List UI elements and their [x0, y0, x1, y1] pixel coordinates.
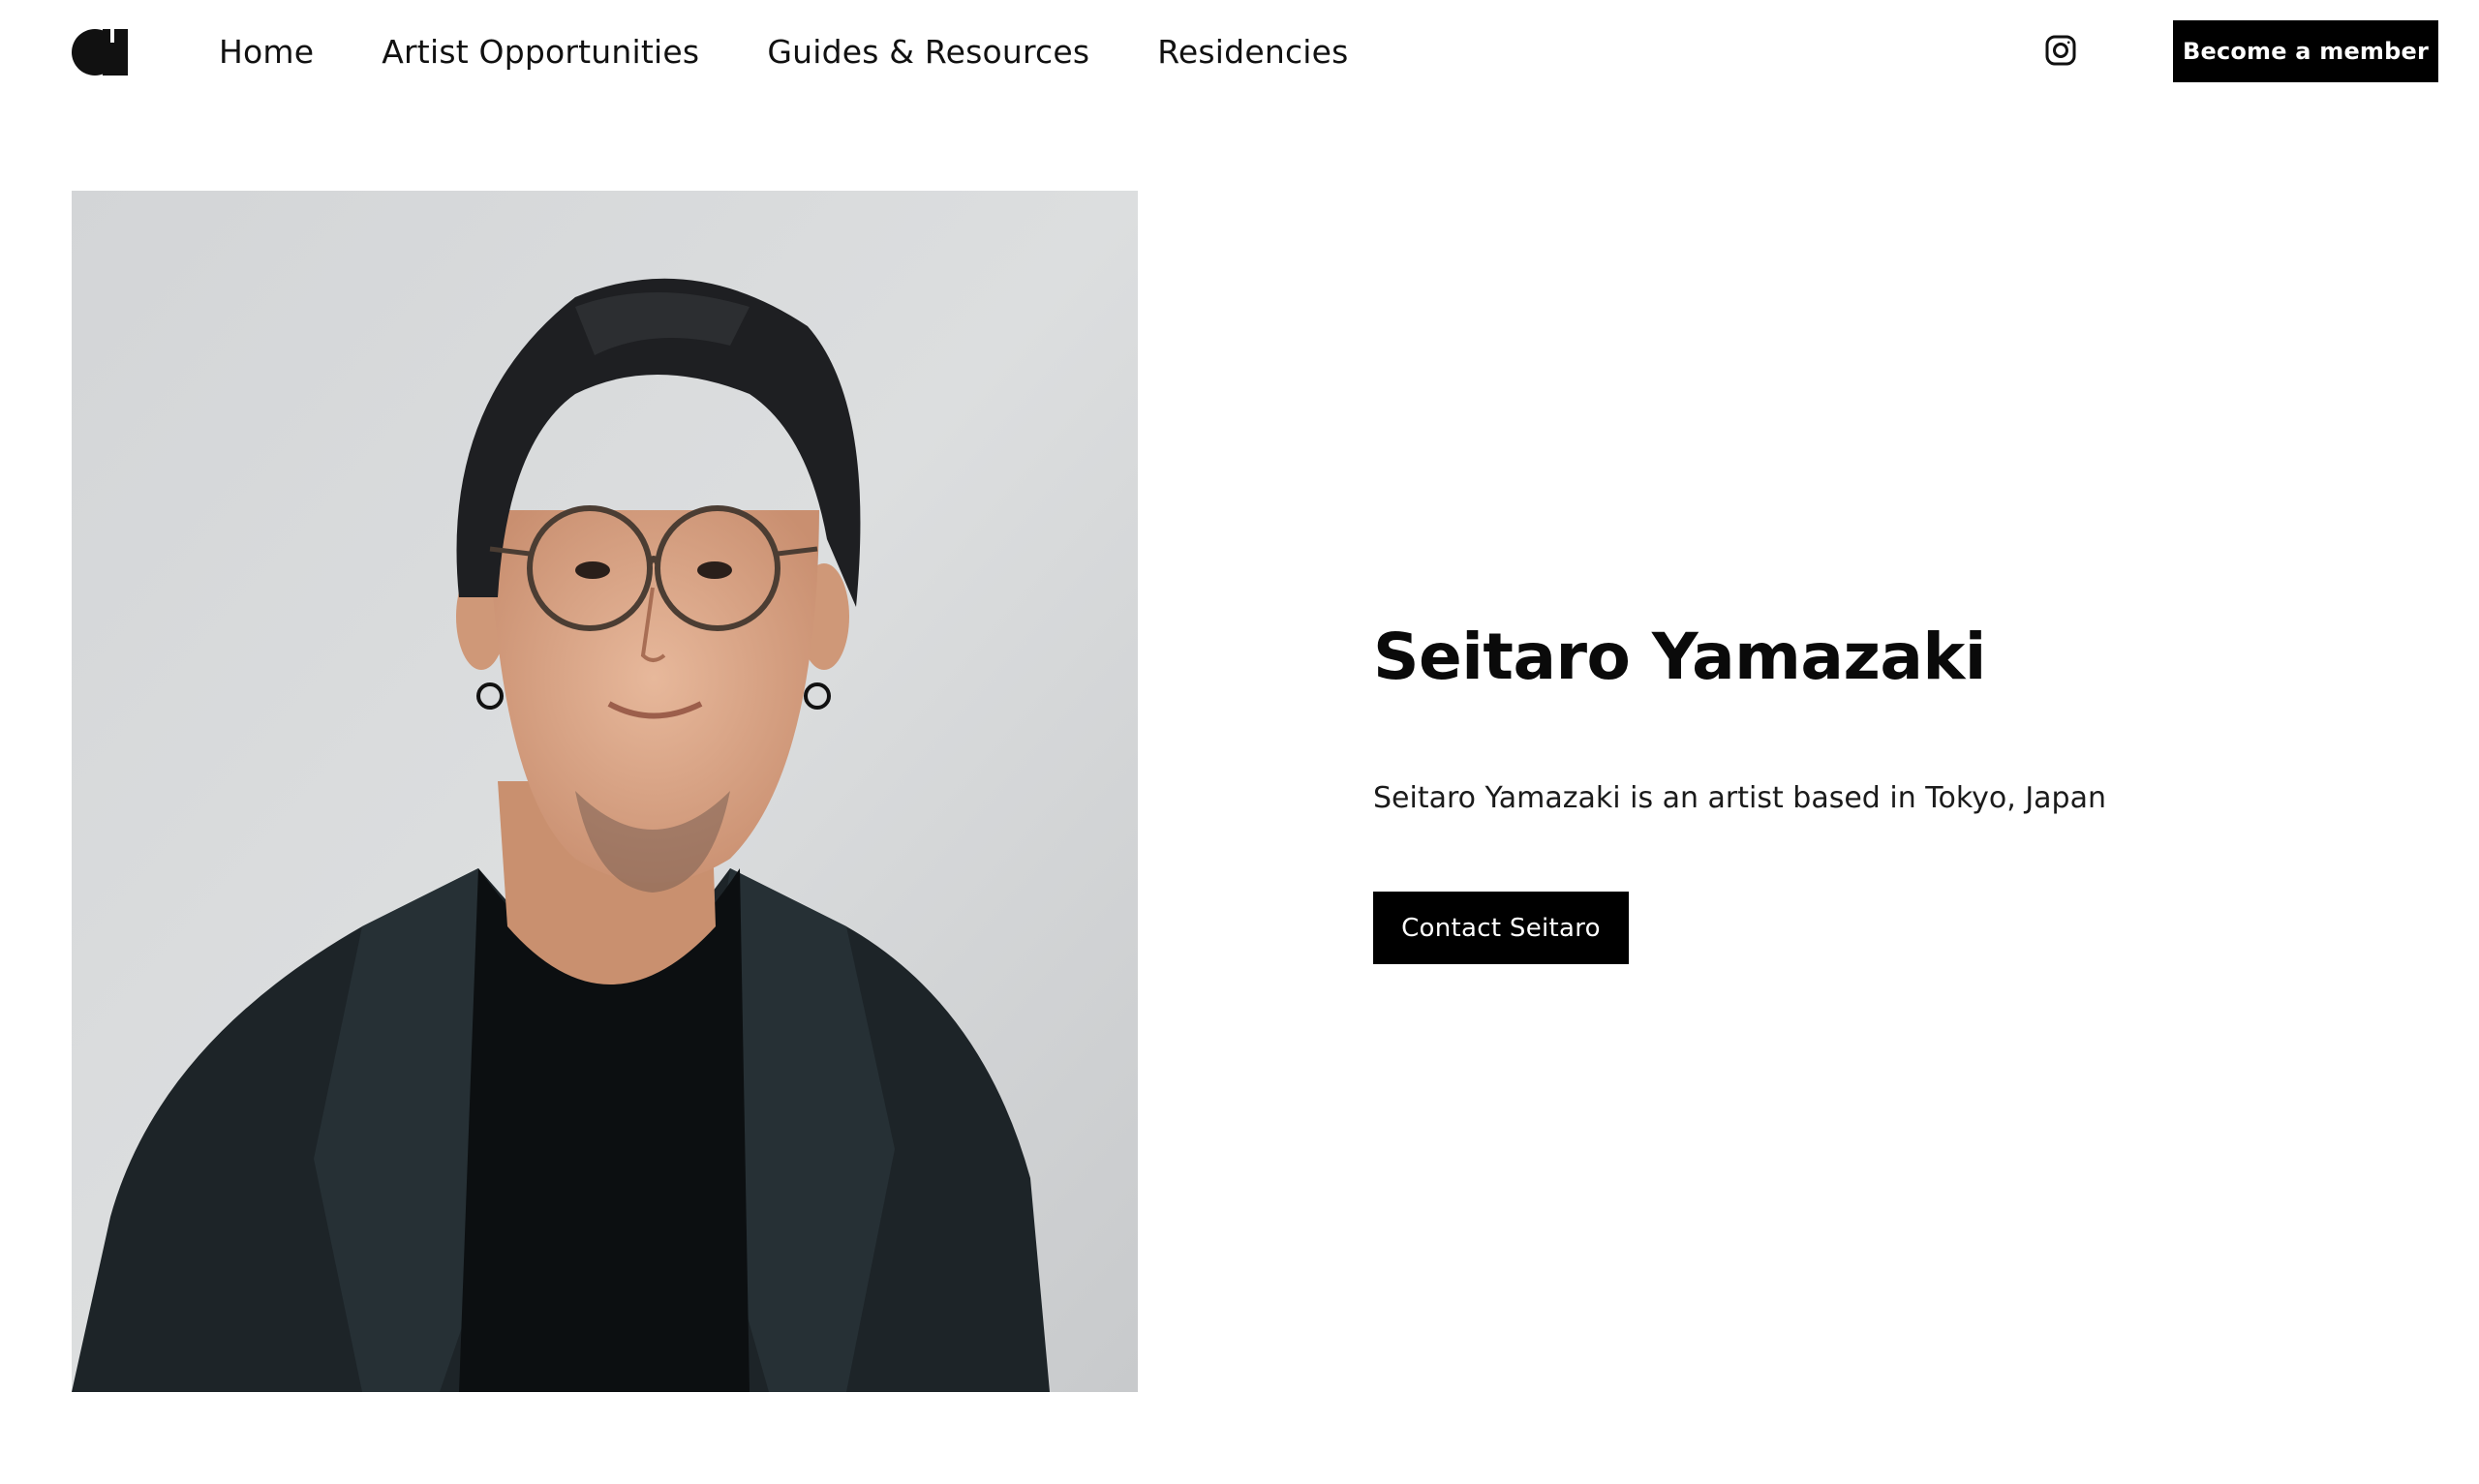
- artist-name: Seitaro Yamazaki: [1373, 620, 1986, 694]
- contact-artist-button[interactable]: Contact Seitaro: [1373, 892, 1629, 964]
- main-nav: Home Artist Opportunities Guides & Resou…: [219, 0, 1349, 103]
- site-header: Home Artist Opportunities Guides & Resou…: [0, 0, 2479, 103]
- artist-portrait: [72, 191, 1138, 1392]
- become-member-button[interactable]: Become a member: [2173, 20, 2438, 82]
- artist-bio: Seitaro Yamazaki is an artist based in T…: [1373, 781, 2107, 815]
- nav-guides-resources[interactable]: Guides & Resources: [767, 33, 1089, 71]
- instagram-icon[interactable]: [2045, 35, 2076, 66]
- brand-logo-icon[interactable]: [72, 29, 128, 76]
- nav-home[interactable]: Home: [219, 33, 314, 71]
- nav-artist-opportunities[interactable]: Artist Opportunities: [382, 33, 699, 71]
- nav-residencies[interactable]: Residencies: [1157, 33, 1348, 71]
